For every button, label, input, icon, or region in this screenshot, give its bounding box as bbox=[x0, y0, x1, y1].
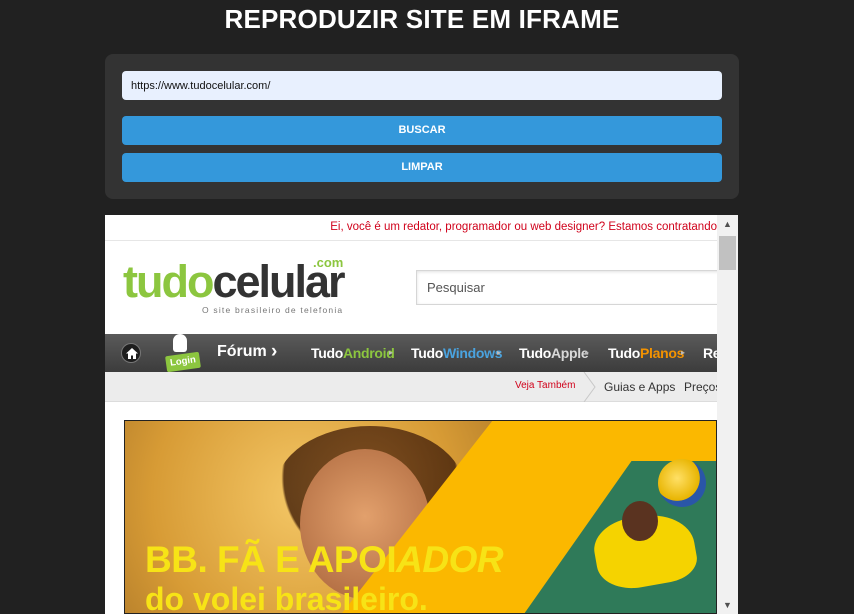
nav-tudoandroid[interactable]: TudoAndroid bbox=[311, 345, 395, 361]
logo-com: .com bbox=[313, 255, 344, 270]
scroll-up-icon[interactable]: ▲ bbox=[717, 215, 738, 233]
nav-tudowindows[interactable]: TudoWindows bbox=[411, 345, 502, 361]
site-iframe[interactable]: Ei, você é um redator, programador ou we… bbox=[105, 215, 738, 614]
caret-right-icon: ▸ bbox=[585, 348, 590, 357]
sub-nav-bar: Veja Também Guias e Apps Preços bbox=[105, 372, 721, 402]
recruit-bar: Ei, você é um redator, programador ou we… bbox=[105, 215, 717, 241]
caret-right-icon: ▸ bbox=[681, 348, 686, 357]
caret-right-icon: ▸ bbox=[497, 348, 502, 357]
recruit-link[interactable]: Ei, você é um redator, programador ou we… bbox=[330, 221, 717, 233]
site-logo[interactable]: tudocelular .com O site brasileiro de te… bbox=[123, 255, 363, 318]
subnav-guias-link[interactable]: Guias e Apps bbox=[604, 380, 675, 394]
iframe-scrollbar[interactable]: ▲ ▼ bbox=[717, 215, 738, 614]
logo-tudo: tudo bbox=[123, 256, 214, 307]
banner-subheadline: do volei brasileiro. bbox=[145, 581, 428, 614]
ad-banner[interactable]: BB. FÃ E APOIADOR do volei brasileiro. bbox=[124, 420, 717, 614]
caret-right-icon: ▸ bbox=[389, 348, 394, 357]
user-silhouette-icon bbox=[173, 334, 187, 352]
site-nav-bar: Login Fórum › TudoAndroid ▸ TudoWindows … bbox=[105, 334, 721, 373]
nav-forum[interactable]: Fórum bbox=[217, 343, 267, 361]
scroll-down-icon[interactable]: ▼ bbox=[717, 596, 738, 614]
logo-tagline: O site brasileiro de telefonia bbox=[202, 305, 344, 315]
url-input[interactable] bbox=[122, 71, 722, 100]
nav-tudoapple[interactable]: TudoApple bbox=[519, 345, 589, 361]
chevron-right-icon: › bbox=[271, 341, 278, 362]
login-button[interactable]: Login bbox=[165, 351, 201, 373]
clear-button[interactable]: LIMPAR bbox=[122, 153, 722, 182]
page-title: REPRODUZIR SITE EM IFRAME bbox=[224, 4, 620, 34]
veja-tambem-label: Veja Também bbox=[515, 380, 576, 391]
nav-tudoplanos[interactable]: TudoPlanos bbox=[608, 345, 684, 361]
site-search-input[interactable] bbox=[416, 270, 726, 305]
home-icon[interactable] bbox=[121, 343, 141, 363]
search-button[interactable]: BUSCAR bbox=[122, 116, 722, 145]
url-form-panel: BUSCAR LIMPAR bbox=[105, 54, 739, 199]
volleyball-icon bbox=[658, 459, 706, 507]
scrollbar-thumb[interactable] bbox=[719, 236, 736, 270]
subnav-precos-link[interactable]: Preços bbox=[684, 380, 721, 394]
banner-headline: BB. FÃ E APOIADOR bbox=[145, 539, 504, 580]
separator-chevron-icon bbox=[583, 372, 596, 402]
